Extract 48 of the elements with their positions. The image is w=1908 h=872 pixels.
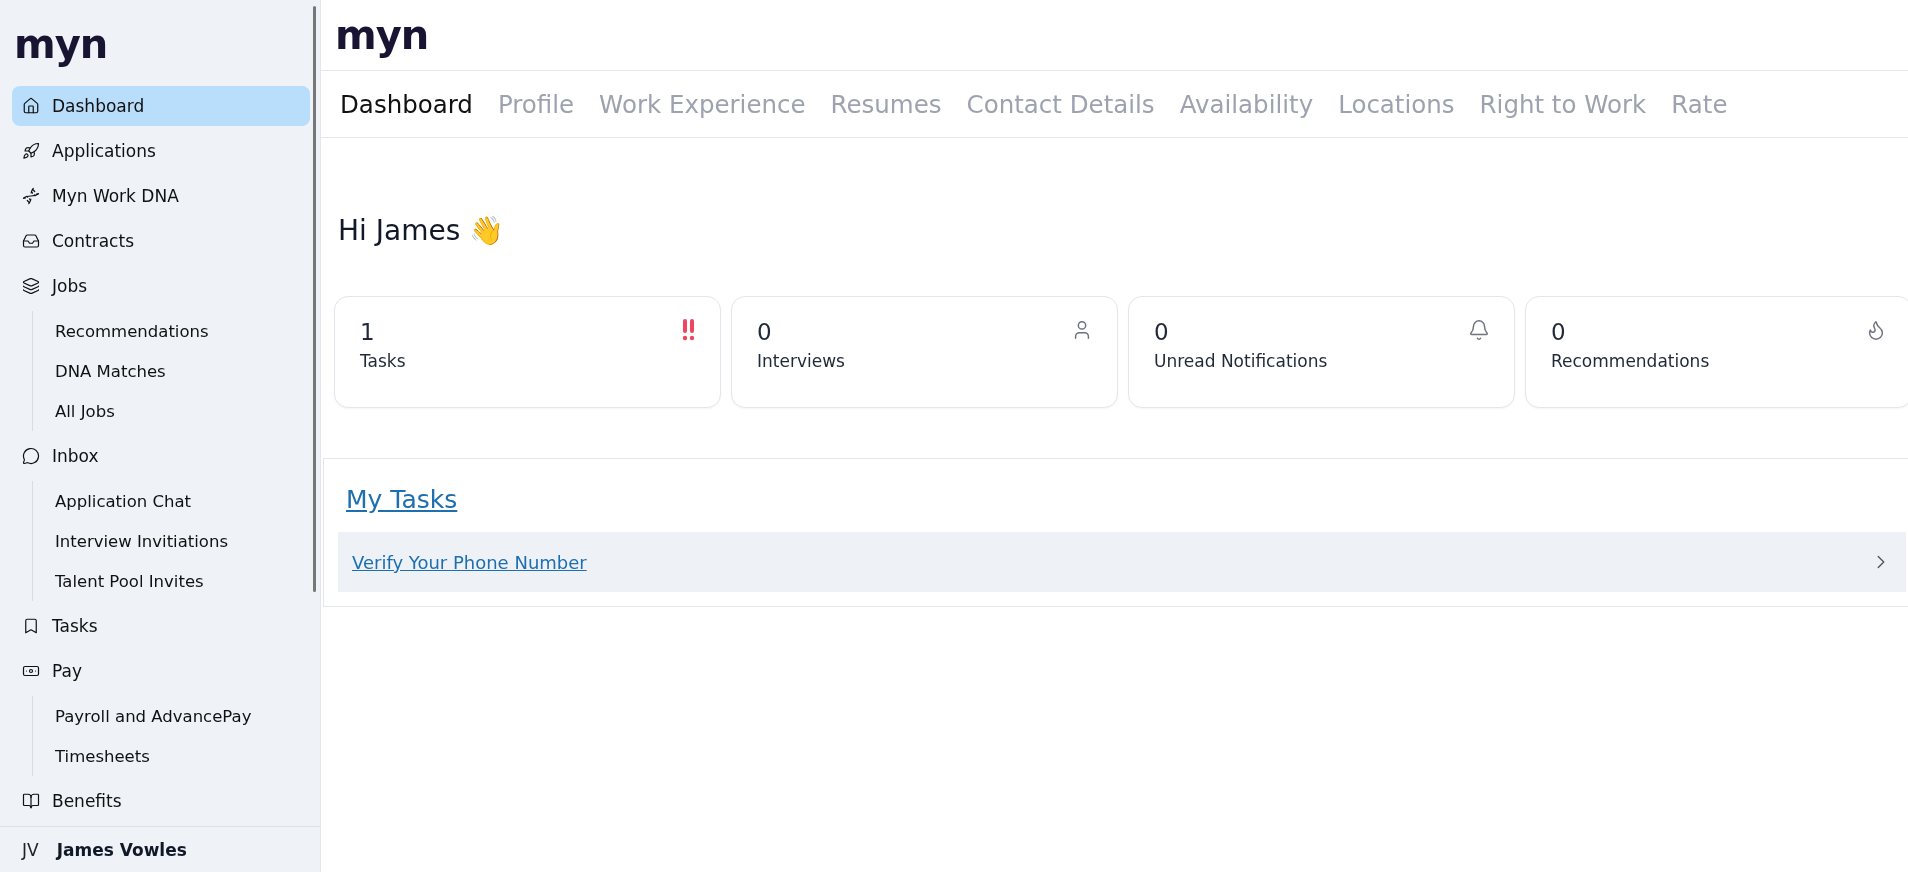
stat-card[interactable]: 0 Recommendations (1525, 296, 1908, 408)
stat-card[interactable]: 0 Unread Notifications (1128, 296, 1515, 408)
sidebar-item[interactable]: Applications (12, 131, 310, 171)
logo: myn (13, 20, 109, 69)
bell-icon (1468, 319, 1490, 341)
sidebar-item[interactable]: Tasks (12, 606, 310, 646)
sidebar-subitem[interactable]: Recommendations (55, 311, 310, 351)
scrollbar[interactable] (313, 6, 316, 592)
sidebar-subitem[interactable]: All Jobs (55, 391, 310, 431)
task-link[interactable]: Verify Your Phone Number (352, 551, 587, 573)
stat-label: Unread Notifications (1154, 351, 1328, 371)
sidebar-subitem[interactable]: Application Chat (55, 481, 310, 521)
stat-card[interactable]: 0 Interviews (731, 296, 1118, 408)
stack-icon (22, 277, 40, 295)
user-initials: JV (22, 839, 39, 860)
user-name[interactable]: James Vowles (56, 839, 187, 860)
tab[interactable]: Dashboard (340, 89, 473, 119)
sidebar-item[interactable]: Contracts (12, 221, 310, 261)
rocket-icon (22, 142, 40, 160)
stat-value: 0 (1154, 319, 1169, 345)
sidebar-item[interactable]: Inbox (12, 436, 310, 476)
sidebar-subitem[interactable]: Payroll and AdvancePay (55, 696, 310, 736)
stat-label: Interviews (757, 351, 845, 371)
double-exclamation-icon (682, 319, 696, 341)
sidebar-subitem[interactable]: Interview Invitiations (55, 521, 310, 561)
bookmark-icon (22, 617, 40, 635)
sidebar-item[interactable]: Pay (12, 651, 310, 691)
sidebar-item[interactable]: Dashboard (12, 86, 310, 126)
sidebar-item[interactable]: Benefits (12, 781, 310, 821)
stat-value: 1 (360, 319, 375, 345)
sidebar-item[interactable]: Jobs (12, 266, 310, 306)
stat-label: Recommendations (1551, 351, 1710, 371)
stat-card[interactable]: 1 Tasks (334, 296, 721, 408)
sidebar-item[interactable]: Myn Work DNA (12, 176, 310, 216)
dna-icon (22, 187, 40, 205)
home-icon (22, 97, 40, 115)
task-row[interactable]: Verify Your Phone Number (338, 532, 1906, 592)
book-icon (22, 792, 40, 810)
sidebar-subitem[interactable]: Talent Pool Invites (55, 561, 310, 601)
chat-icon (22, 447, 40, 465)
tasks-title-link[interactable]: My Tasks (346, 485, 458, 514)
sidebar-subitem[interactable]: Timesheets (55, 736, 310, 776)
greeting: Hi James 👋 (337, 214, 506, 249)
stat-value: 0 (757, 319, 772, 345)
stat-label: Tasks (360, 351, 406, 371)
tray-icon (22, 232, 40, 250)
sidebar-subitem[interactable]: DNA Matches (55, 351, 310, 391)
stat-value: 0 (1551, 319, 1566, 345)
